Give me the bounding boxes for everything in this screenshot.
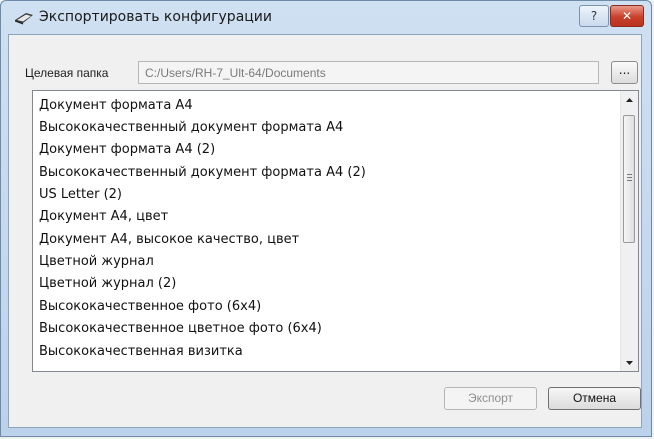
close-icon: ✕: [621, 9, 633, 23]
triangle-down-icon: [626, 360, 633, 365]
list-item[interactable]: Документ формата А4 (2): [39, 142, 215, 157]
list-item[interactable]: Документ А4, цвет: [39, 209, 168, 224]
grip-line: [627, 177, 632, 178]
configurations-list[interactable]: Документ формата А4 Высококачественный д…: [32, 90, 639, 372]
grip-line: [627, 174, 632, 175]
list-item[interactable]: Высококачественное цветное фото (6x4): [39, 321, 322, 336]
list-item[interactable]: Цветной журнал: [39, 254, 154, 269]
scroll-down-button[interactable]: [621, 354, 638, 371]
scroll-thumb[interactable]: [623, 115, 635, 243]
target-folder-label: Целевая папка: [25, 66, 109, 80]
list-item[interactable]: Высококачественный документ формата А4: [39, 120, 343, 135]
window-title: Экспортировать конфигурации: [39, 9, 273, 25]
list-item[interactable]: Документ А4, высокое качество, цвет: [39, 232, 299, 247]
scroll-up-button[interactable]: [621, 91, 638, 108]
help-icon: ?: [590, 9, 598, 23]
cancel-button[interactable]: Отмена: [548, 387, 641, 410]
vertical-scrollbar[interactable]: [620, 91, 638, 371]
grip-line: [627, 180, 632, 181]
list-item[interactable]: Высококачественный документ формата А4 (…: [39, 165, 366, 180]
close-button[interactable]: ✕: [610, 5, 644, 27]
export-button[interactable]: Экспорт: [444, 387, 537, 410]
browse-folder-button[interactable]: ...: [611, 61, 638, 84]
list-item[interactable]: Цветной журнал (2): [39, 276, 176, 291]
scanner-icon: [15, 13, 33, 25]
list-item[interactable]: Высококачественное фото (6x4): [39, 299, 261, 314]
list-item[interactable]: Высококачественная визитка: [39, 344, 243, 359]
target-folder-field: C:/Users/RH-7_Ult-64/Documents: [138, 61, 599, 84]
title-bar[interactable]: Экспортировать конфигурации ? ✕: [1, 1, 651, 35]
triangle-up-icon: [626, 97, 633, 102]
list-item[interactable]: Документ формата А4: [39, 98, 193, 113]
help-button[interactable]: ?: [579, 5, 609, 27]
list-item[interactable]: US Letter (2): [39, 187, 122, 202]
